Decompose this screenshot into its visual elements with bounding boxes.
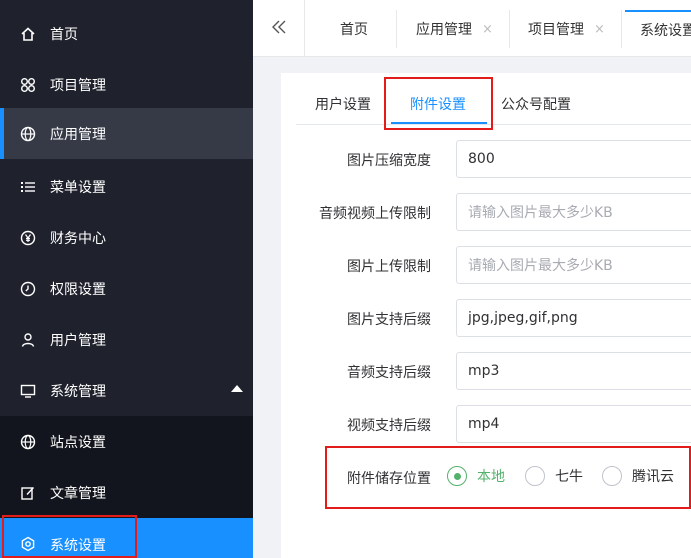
sidebar: 首页 项目管理 应用管理 菜单设置 财务中心 权限设置 用户管理 系统管理 站点… (0, 0, 253, 558)
radio-label: 七牛 (555, 469, 583, 485)
sidebar-item-label: 首页 (50, 26, 78, 43)
tab-divider (509, 10, 510, 48)
tab-divider (621, 10, 622, 48)
sidebar-item-label: 权限设置 (50, 281, 106, 298)
tab-divider (396, 10, 397, 48)
sidebar-item-label: 系统管理 (50, 383, 106, 400)
storage-location-label: 附件储存位置 (347, 471, 431, 487)
tab-app-management[interactable]: 应用管理 × (416, 10, 493, 48)
image-suffix-input[interactable]: jpg,jpeg,gif,png (456, 299, 691, 337)
yen-icon (20, 230, 36, 246)
sidebar-item-label: 文章管理 (50, 485, 106, 502)
video-suffix-label: 视频支持后缀 (347, 418, 431, 434)
edit-icon (20, 485, 36, 501)
audio-suffix-input[interactable]: mp3 (456, 352, 691, 390)
storage-option-local[interactable]: 本地 (447, 466, 505, 486)
close-icon[interactable]: × (594, 22, 605, 37)
sidebar-item-home[interactable]: 首页 (0, 8, 253, 59)
image-suffix-label: 图片支持后缀 (347, 312, 431, 328)
video-suffix-input[interactable]: mp4 (456, 405, 691, 443)
sidebar-item-label: 财务中心 (50, 230, 106, 247)
sidebar-item-label: 站点设置 (50, 434, 106, 451)
radio-unchecked-icon (602, 466, 622, 486)
sidebar-item-finance[interactable]: 财务中心 (0, 212, 253, 263)
list-icon (20, 179, 36, 195)
sidebar-item-permissions[interactable]: 权限设置 (0, 263, 253, 314)
sidebar-item-label: 菜单设置 (50, 179, 106, 196)
sidebar-item-apps[interactable]: 应用管理 (0, 108, 253, 159)
clock-icon (20, 281, 36, 297)
tab-label: 系统设置 (640, 23, 691, 39)
tab-label: 应用管理 (416, 22, 472, 38)
storage-option-qiniu[interactable]: 七牛 (525, 466, 583, 486)
sidebar-item-system-management[interactable]: 系统管理 (0, 365, 253, 416)
collapse-sidebar-button[interactable] (253, 0, 305, 57)
sidebar-item-label: 用户管理 (50, 332, 106, 349)
sidebar-item-users[interactable]: 用户管理 (0, 314, 253, 365)
sidebar-item-label: 项目管理 (50, 77, 106, 94)
active-tab-indicator (391, 122, 487, 124)
sidebar-item-articles[interactable]: 文章管理 (0, 467, 253, 518)
sidebar-item-system-settings[interactable]: 系统设置 (0, 518, 253, 558)
sidebar-item-label: 应用管理 (50, 126, 106, 143)
av-upload-limit-label: 音频视频上传限制 (319, 206, 431, 222)
sidebar-item-menu-settings[interactable]: 菜单设置 (0, 161, 253, 212)
radio-checked-icon (447, 466, 467, 486)
tab-user-settings[interactable]: 用户设置 (315, 94, 371, 114)
sidebar-item-site-settings[interactable]: 站点设置 (0, 416, 253, 467)
tab-bar: 首页 应用管理 × 项目管理 × 系统设置 (253, 0, 691, 57)
av-upload-limit-input[interactable]: 请输入图片最大多少KB (456, 193, 691, 231)
tab-attachment-settings[interactable]: 附件设置 (410, 94, 466, 114)
globe-icon (20, 434, 36, 450)
audio-suffix-label: 音频支持后缀 (347, 365, 431, 381)
double-chevron-left-icon (271, 19, 287, 39)
monitor-icon (20, 383, 36, 399)
apps-icon (20, 77, 36, 93)
close-icon[interactable]: × (482, 22, 493, 37)
tab-system-settings[interactable]: 系统设置 (625, 10, 691, 48)
tab-wechat-config[interactable]: 公众号配置 (501, 94, 571, 114)
tab-project-management[interactable]: 项目管理 × (528, 10, 605, 48)
settings-sub-tabs: 用户设置 附件设置 公众号配置 (296, 82, 691, 125)
image-compress-width-input[interactable]: 800 (456, 140, 691, 178)
radio-label: 腾讯云 (632, 469, 674, 485)
storage-option-tencent-cloud[interactable]: 腾讯云 (602, 466, 674, 486)
globe-icon (20, 126, 36, 142)
image-upload-limit-input[interactable]: 请输入图片最大多少KB (456, 246, 691, 284)
radio-label: 本地 (477, 469, 505, 485)
image-compress-width-label: 图片压缩宽度 (347, 153, 431, 169)
chevron-up-icon (231, 385, 243, 392)
tab-label: 项目管理 (528, 22, 584, 38)
radio-unchecked-icon (525, 466, 545, 486)
image-upload-limit-label: 图片上传限制 (347, 259, 431, 275)
home-icon (20, 26, 36, 42)
tab-home[interactable]: 首页 (340, 10, 368, 48)
user-icon (20, 332, 36, 348)
sidebar-item-label: 系统设置 (50, 538, 106, 554)
sidebar-item-projects[interactable]: 项目管理 (0, 59, 253, 110)
gear-icon (20, 536, 36, 552)
tab-label: 首页 (340, 22, 368, 38)
